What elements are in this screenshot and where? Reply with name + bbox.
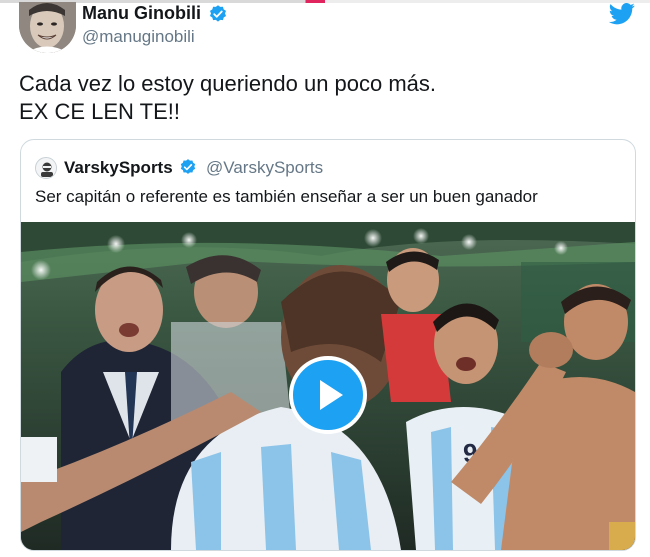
embedded-tweet: Manu Ginobili @manuginobili Cada vez lo … — [0, 0, 650, 557]
verified-badge-icon — [210, 5, 226, 22]
quoted-tweet-card[interactable]: VarskySports @VarskySports Ser capitán o… — [20, 139, 636, 551]
play-icon — [320, 380, 343, 410]
author-avatar[interactable] — [19, 2, 76, 53]
quoted-author-name[interactable]: VarskySports — [64, 157, 173, 179]
play-button[interactable] — [289, 356, 367, 434]
twitter-bird-icon[interactable] — [608, 3, 636, 25]
quoted-author-avatar[interactable] — [35, 157, 57, 179]
tweet-text-line: EX CE LEN TE!! — [19, 99, 180, 124]
quoted-author-handle[interactable]: @VarskySports — [206, 157, 323, 179]
tweet-text: Cada vez lo estoy queriendo un poco más.… — [19, 70, 436, 126]
video-thumbnail[interactable]: 9 — [21, 222, 635, 550]
author-name[interactable]: Manu Ginobili — [82, 2, 201, 24]
tweet-text-line: Cada vez lo estoy queriendo un poco más. — [19, 71, 437, 96]
verified-badge-icon — [180, 159, 196, 174]
quoted-tweet-text: Ser capitán o referente es también enseñ… — [35, 187, 538, 206]
author-handle[interactable]: @manuginobili — [82, 26, 195, 48]
